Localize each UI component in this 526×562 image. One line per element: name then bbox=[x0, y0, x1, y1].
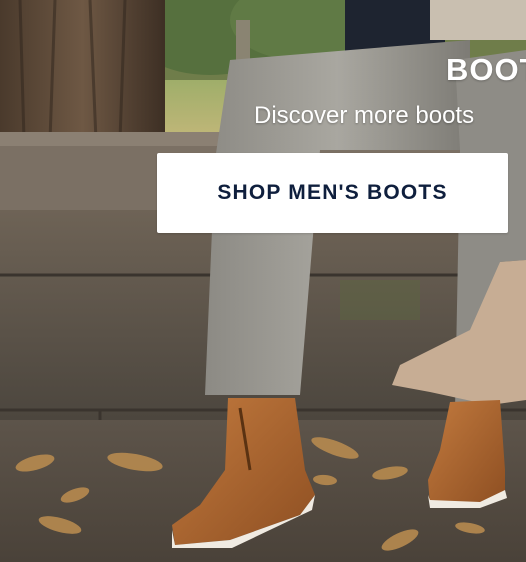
hero-banner: BOOT Discover more boots SHOP MEN'S BOOT… bbox=[0, 0, 526, 562]
hero-subheadline: Discover more boots bbox=[254, 102, 475, 129]
hero-headline: BOOT bbox=[446, 52, 526, 87]
shop-mens-boots-button[interactable]: SHOP MEN'S BOOTS bbox=[157, 153, 508, 233]
